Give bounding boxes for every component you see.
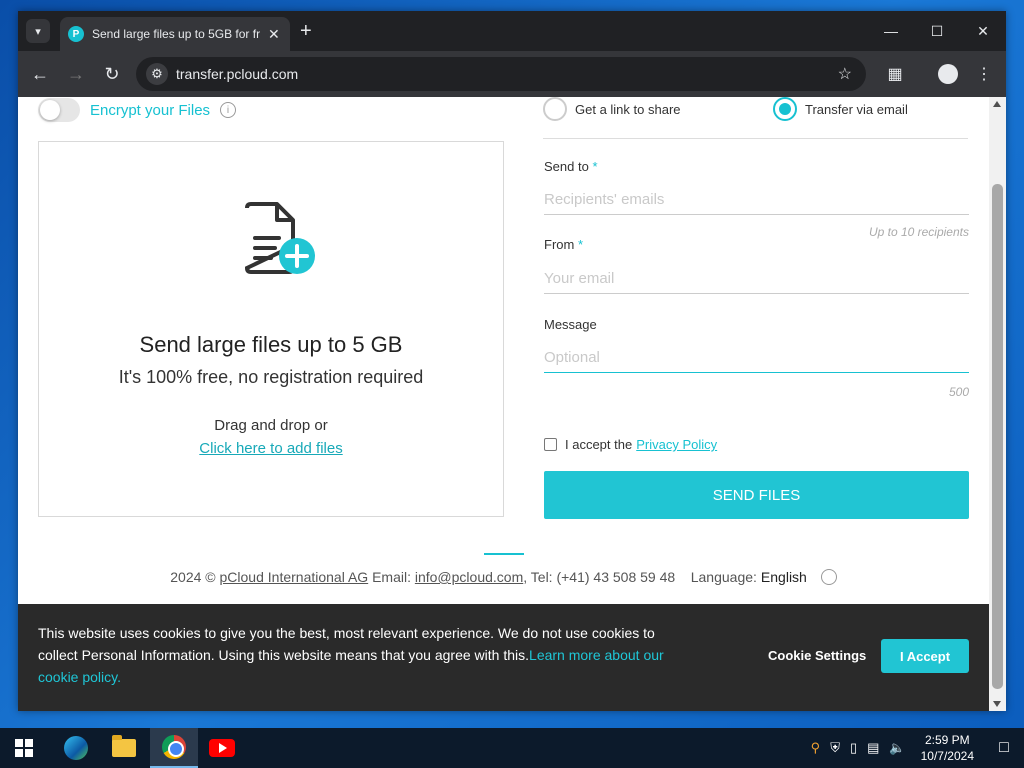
taskbar-file-explorer[interactable]	[100, 728, 148, 768]
windows-taskbar: ⚲ ⛨ ▯ ▤ 🔈 2:59 PM 10/7/2024 □	[0, 728, 1024, 768]
window-controls: — ☐ ✕	[868, 11, 1006, 51]
encrypt-toggle[interactable]	[38, 98, 80, 122]
privacy-checkbox[interactable]	[544, 438, 557, 451]
volume-icon[interactable]: 🔈	[889, 740, 905, 756]
site-settings-icon[interactable]: ⚙	[146, 63, 168, 85]
search-key-icon[interactable]: ⚲	[811, 740, 821, 756]
add-files-link[interactable]: Click here to add files	[199, 440, 342, 457]
dropzone-title: Send large files up to 5 GB	[139, 332, 403, 357]
back-arrow-icon[interactable]: ←	[28, 62, 52, 86]
send-to-label: Send to *	[544, 159, 598, 174]
cookie-accept-button[interactable]: I Accept	[881, 639, 969, 673]
clock-date: 10/7/2024	[920, 749, 974, 763]
from-label: From *	[544, 237, 584, 252]
radio-transfer-email[interactable]	[773, 97, 797, 121]
browser-tab[interactable]: P Send large files up to 5GB for free ✕	[60, 17, 290, 51]
accept-text: I accept the	[565, 437, 633, 452]
minimize-icon[interactable]: —	[868, 11, 914, 51]
address-bar[interactable]: ⚙ transfer.pcloud.com ☆	[136, 57, 866, 91]
page-scrollbar[interactable]	[989, 97, 1006, 711]
email-label: Email:	[372, 569, 411, 585]
get-link-label: Get a link to share	[575, 101, 681, 117]
cookie-settings-button[interactable]: Cookie Settings	[768, 648, 866, 663]
drag-drop-text: Drag and drop or	[214, 417, 328, 434]
browser-toolbar: ← → ↻ ⚙ transfer.pcloud.com ☆ ▦ ⋮	[18, 51, 1006, 97]
from-email-input[interactable]	[544, 264, 969, 294]
page-content: Encrypt your Files i Send large files up…	[18, 97, 989, 711]
folder-icon	[112, 735, 136, 757]
chrome-icon	[162, 735, 186, 759]
transfer-email-option[interactable]: Transfer via email	[773, 97, 908, 121]
extensions-puzzle-icon[interactable]: ▦	[883, 62, 907, 86]
tab-title: Send large files up to 5GB for free	[92, 27, 260, 41]
pcloud-favicon-icon: P	[68, 26, 84, 42]
footer: 2024 © pCloud International AG Email: in…	[18, 569, 989, 585]
privacy-policy-link[interactable]: Privacy Policy	[636, 437, 717, 452]
profile-avatar-icon[interactable]	[936, 62, 960, 86]
get-link-option[interactable]: Get a link to share	[543, 97, 681, 121]
notification-icon[interactable]: □	[984, 728, 1024, 768]
close-window-icon[interactable]: ✕	[960, 11, 1006, 51]
scroll-down-arrow-icon[interactable]	[993, 701, 1001, 707]
encrypt-toggle-row: Encrypt your Files i	[38, 97, 237, 123]
encrypt-label[interactable]: Encrypt your Files	[90, 102, 210, 119]
accept-privacy-row: I accept the Privacy Policy	[544, 437, 717, 452]
add-file-icon	[244, 202, 315, 274]
send-to-input[interactable]	[544, 185, 969, 215]
footer-copyright: 2024 ©	[170, 569, 216, 585]
taskbar-clock[interactable]: 2:59 PM 10/7/2024	[921, 732, 974, 764]
info-icon[interactable]: i	[220, 102, 237, 118]
radio-get-link[interactable]	[543, 97, 567, 121]
language-selector[interactable]: English	[761, 569, 807, 585]
scrollbar-thumb[interactable]	[992, 184, 1003, 689]
youtube-icon	[209, 739, 235, 757]
send-files-button[interactable]: SEND FILES	[544, 471, 969, 519]
message-label: Message	[544, 317, 597, 332]
security-shield-icon[interactable]: ⛨	[830, 740, 840, 756]
footer-divider	[484, 553, 524, 555]
recipients-hint: Up to 10 recipients	[868, 225, 969, 239]
tab-close-icon[interactable]: ✕	[268, 26, 280, 43]
language-label: Language:	[690, 569, 757, 585]
message-input[interactable]	[544, 343, 969, 373]
dropzone-subtitle: It's 100% free, no registration required	[118, 367, 424, 387]
url-text: transfer.pcloud.com	[176, 66, 299, 82]
clock-time: 2:59 PM	[924, 733, 970, 747]
company-link[interactable]: pCloud International AG	[220, 569, 369, 585]
new-tab-plus-icon[interactable]: +	[300, 21, 312, 41]
taskbar-youtube[interactable]	[198, 728, 246, 768]
taskbar-edge[interactable]	[52, 728, 100, 768]
add-files-link-wrap: Click here to add files	[39, 440, 503, 457]
email-link[interactable]: info@pcloud.com	[415, 569, 523, 585]
taskbar-chrome[interactable]	[150, 728, 198, 768]
globe-icon[interactable]	[820, 569, 837, 585]
tab-search-button[interactable]: ▾	[26, 19, 50, 43]
reload-icon[interactable]: ↻	[100, 62, 124, 86]
cookie-banner: This website uses cookies to give you th…	[18, 604, 989, 711]
browser-window: ▾ P Send large files up to 5GB for free …	[18, 11, 1006, 711]
transfer-mode-options: Get a link to share Transfer via email	[543, 97, 968, 139]
char-limit: 500	[948, 385, 969, 399]
transfer-email-label: Transfer via email	[805, 101, 908, 117]
edge-icon	[64, 736, 88, 760]
browser-menu-icon[interactable]: ⋮	[972, 62, 996, 86]
forward-arrow-icon[interactable]: →	[64, 62, 88, 86]
battery-icon[interactable]: ▯	[850, 740, 857, 756]
scroll-up-arrow-icon[interactable]	[993, 101, 1001, 107]
browser-titlebar: ▾ P Send large files up to 5GB for free …	[18, 11, 1006, 51]
network-icon[interactable]: ▤	[867, 740, 879, 756]
file-dropzone[interactable]: Send large files up to 5 GB It's 100% fr…	[38, 141, 504, 517]
windows-logo-icon	[15, 739, 33, 757]
start-button[interactable]	[0, 728, 48, 768]
maximize-icon[interactable]: ☐	[914, 11, 960, 51]
footer-tel: , Tel: (+41) 43 508 59 48	[523, 569, 676, 585]
system-tray: ⚲ ⛨ ▯ ▤ 🔈 2:59 PM 10/7/2024 □	[806, 728, 1024, 768]
cookie-text-wrap: This website uses cookies to give you th…	[38, 622, 678, 688]
bookmark-star-icon[interactable]: ☆	[838, 64, 852, 84]
